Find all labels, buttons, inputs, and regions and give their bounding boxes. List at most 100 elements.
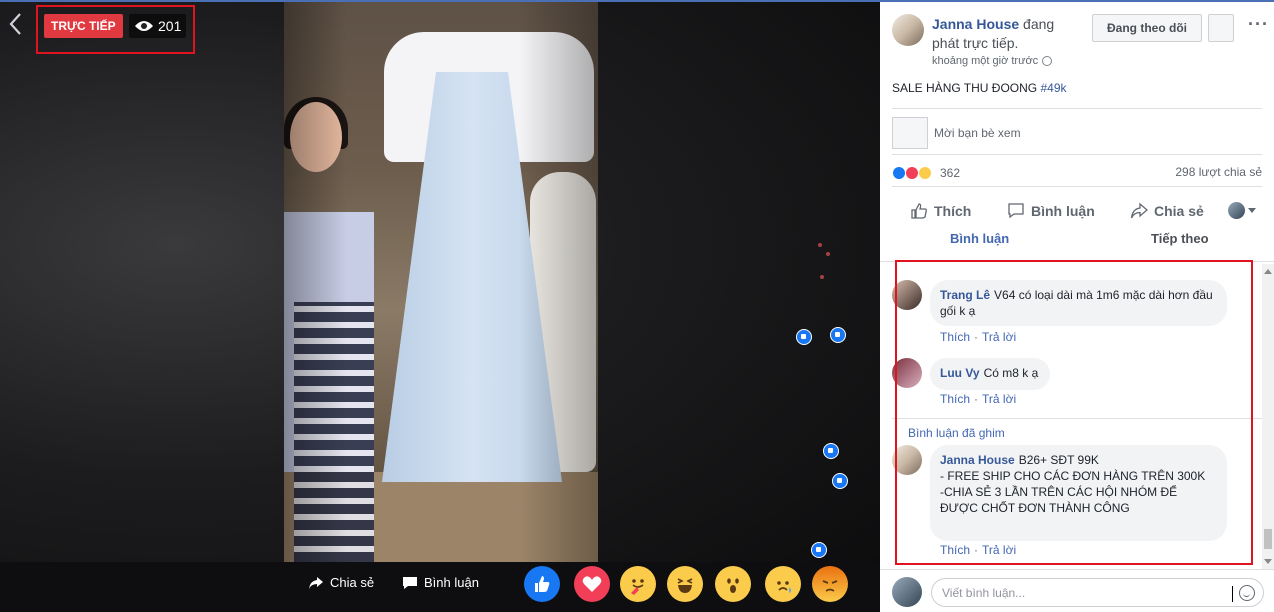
share-icon: [1130, 202, 1148, 219]
separator: ·: [974, 330, 979, 344]
reaction-sad-button[interactable]: [765, 566, 801, 602]
globe-icon: [1042, 56, 1053, 66]
comment-input[interactable]: Viết bình luận...: [931, 578, 1264, 607]
comment-like-link[interactable]: Thích: [940, 330, 970, 344]
profile-face-icon: [1228, 202, 1245, 219]
comment-author[interactable]: Luu Vy: [940, 366, 980, 380]
poster-time-text[interactable]: khoảng một giờ trước: [932, 55, 1038, 67]
like-button-label: Thích: [934, 203, 972, 219]
invite-friends-thumbnail: [892, 117, 928, 149]
care-mini-icon: [918, 166, 932, 180]
following-button[interactable]: Đang theo dõi: [1092, 14, 1202, 42]
tab-next[interactable]: Tiếp theo: [1151, 231, 1209, 246]
caption-hashtag[interactable]: #49k: [1040, 81, 1066, 95]
floating-dot: [820, 275, 824, 279]
poster-header: Janna House đang phát trực tiếp.: [932, 15, 1082, 53]
eye-icon: [135, 21, 153, 31]
haha-face-icon: [677, 578, 693, 593]
comment-bubble: Luu Vy Có m8 k ạ: [930, 358, 1051, 390]
chevron-down-icon: [1248, 208, 1256, 213]
comment-avatar[interactable]: [892, 280, 922, 310]
comment-actions: Thích · Trả lời: [940, 330, 1016, 344]
reaction-angry-button[interactable]: [812, 566, 848, 602]
video-comment-label: Bình luận: [424, 575, 479, 590]
comment-bubble: Trang Lê V64 có loại dài mà 1m6 mặc dài h…: [930, 280, 1227, 326]
scroll-up-arrow-icon[interactable]: [1264, 269, 1272, 274]
follow-options-button[interactable]: [1208, 14, 1234, 42]
scrollbar-thumb[interactable]: [1264, 529, 1272, 549]
comment-author[interactable]: Trang Lê: [940, 288, 990, 302]
comment-reply-link[interactable]: Trả lời: [982, 392, 1016, 406]
divider: [892, 154, 1262, 155]
reaction-love-button[interactable]: [574, 566, 610, 602]
video-player[interactable]: TRỰC TIẾP 201 Chia sẻ Bình luận: [0, 0, 880, 612]
pinned-line-1: B26+ SĐT 99K: [1018, 453, 1099, 467]
live-video-page: TRỰC TIẾP 201 Chia sẻ Bình luận Janna Ho…: [0, 0, 1274, 612]
comment-button-label: Bình luận: [1031, 203, 1095, 219]
shares-count[interactable]: 298 lượt chia sẻ: [1175, 165, 1262, 179]
comment-like-link[interactable]: Thích: [940, 543, 970, 557]
scroll-down-arrow-icon[interactable]: [1264, 559, 1272, 564]
pinned-comment-avatar[interactable]: [892, 445, 922, 475]
more-icon[interactable]: ···: [1248, 14, 1270, 38]
reaction-like-button[interactable]: [524, 566, 560, 602]
floating-like-icon: [830, 327, 846, 343]
back-arrow-icon[interactable]: [8, 12, 30, 40]
invite-friends-input[interactable]: Mời bạn bè xem: [934, 126, 1021, 140]
comment-reply-link[interactable]: Trả lời: [982, 543, 1016, 557]
comment-input-placeholder: Viết bình luận...: [942, 586, 1026, 600]
comments-scrollbar[interactable]: [1262, 264, 1274, 569]
comment-reply-link[interactable]: Trả lời: [982, 330, 1016, 344]
poster-time: khoảng một giờ trước: [932, 55, 1053, 67]
comment-composer: Viết bình luận...: [880, 569, 1274, 612]
video-comment-button[interactable]: Bình luận: [402, 575, 479, 590]
video-vignette: [284, 2, 598, 562]
floating-like-icon: [823, 443, 839, 459]
divider: [892, 186, 1262, 187]
video-share-button[interactable]: Chia sẻ: [308, 575, 374, 590]
divider: [892, 108, 1262, 109]
poster-avatar[interactable]: [892, 14, 924, 46]
pinned-line-3: -CHIA SẺ 3 LẦN TRÊN CÁC HỘI NHÓM ĐỂ ĐƯỢC…: [940, 485, 1178, 515]
reaction-care-button[interactable]: [620, 566, 656, 602]
post-caption: SALE HÀNG THU ĐOONG #49k: [892, 81, 1067, 95]
sad-face-icon: [777, 581, 791, 593]
text-cursor: [1232, 586, 1233, 602]
thumbs-up-icon: [535, 576, 550, 592]
reactions-summary[interactable]: 362: [892, 164, 960, 182]
smile-icon[interactable]: [1239, 585, 1255, 601]
caption-text: SALE HÀNG THU ĐOONG: [892, 81, 1041, 95]
love-mini-icon: [905, 166, 919, 180]
comment-actions: Thích · Trả lời: [940, 392, 1016, 406]
comment-actions: Thích · Trả lời: [940, 543, 1016, 557]
comment-like-link[interactable]: Thích: [940, 392, 970, 406]
poster-name-link[interactable]: Janna House: [932, 16, 1019, 32]
tab-comments[interactable]: Bình luận: [950, 231, 1009, 246]
like-button[interactable]: Thích: [910, 201, 971, 221]
viewer-count: 201: [129, 14, 187, 38]
pinned-comment-label: Bình luận đã ghim: [908, 426, 1005, 440]
wow-face-icon: [727, 578, 739, 593]
floating-like-icon: [811, 542, 827, 558]
share-button[interactable]: Chia sẻ: [1130, 201, 1204, 221]
floating-dot: [826, 252, 830, 256]
comment-icon: [1008, 203, 1024, 219]
pinned-comment-author[interactable]: Janna House: [940, 453, 1015, 467]
reaction-haha-button[interactable]: [667, 566, 703, 602]
reaction-wow-button[interactable]: [715, 566, 751, 602]
pinned-comment-bubble: Janna House B26+ SĐT 99K - FREE SHIP CHO …: [930, 445, 1227, 541]
viewer-count-value: 201: [158, 18, 182, 34]
like-icon: [911, 203, 927, 219]
side-panel: Janna House đang phát trực tiếp. khoảng …: [880, 2, 1274, 612]
floating-dot: [818, 243, 822, 247]
video-frame[interactable]: [284, 2, 598, 562]
video-share-label: Chia sẻ: [330, 575, 375, 590]
share-button-label: Chia sẻ: [1154, 203, 1204, 219]
comment-avatar[interactable]: [892, 358, 922, 388]
comment-text: Có m8 k ạ: [983, 366, 1039, 380]
live-badge: TRỰC TIẾP: [44, 14, 123, 38]
separator: ·: [974, 543, 979, 557]
comment-button[interactable]: Bình luận: [1007, 201, 1095, 221]
top-border: [0, 0, 1274, 2]
post-as-selector[interactable]: [1228, 202, 1256, 219]
